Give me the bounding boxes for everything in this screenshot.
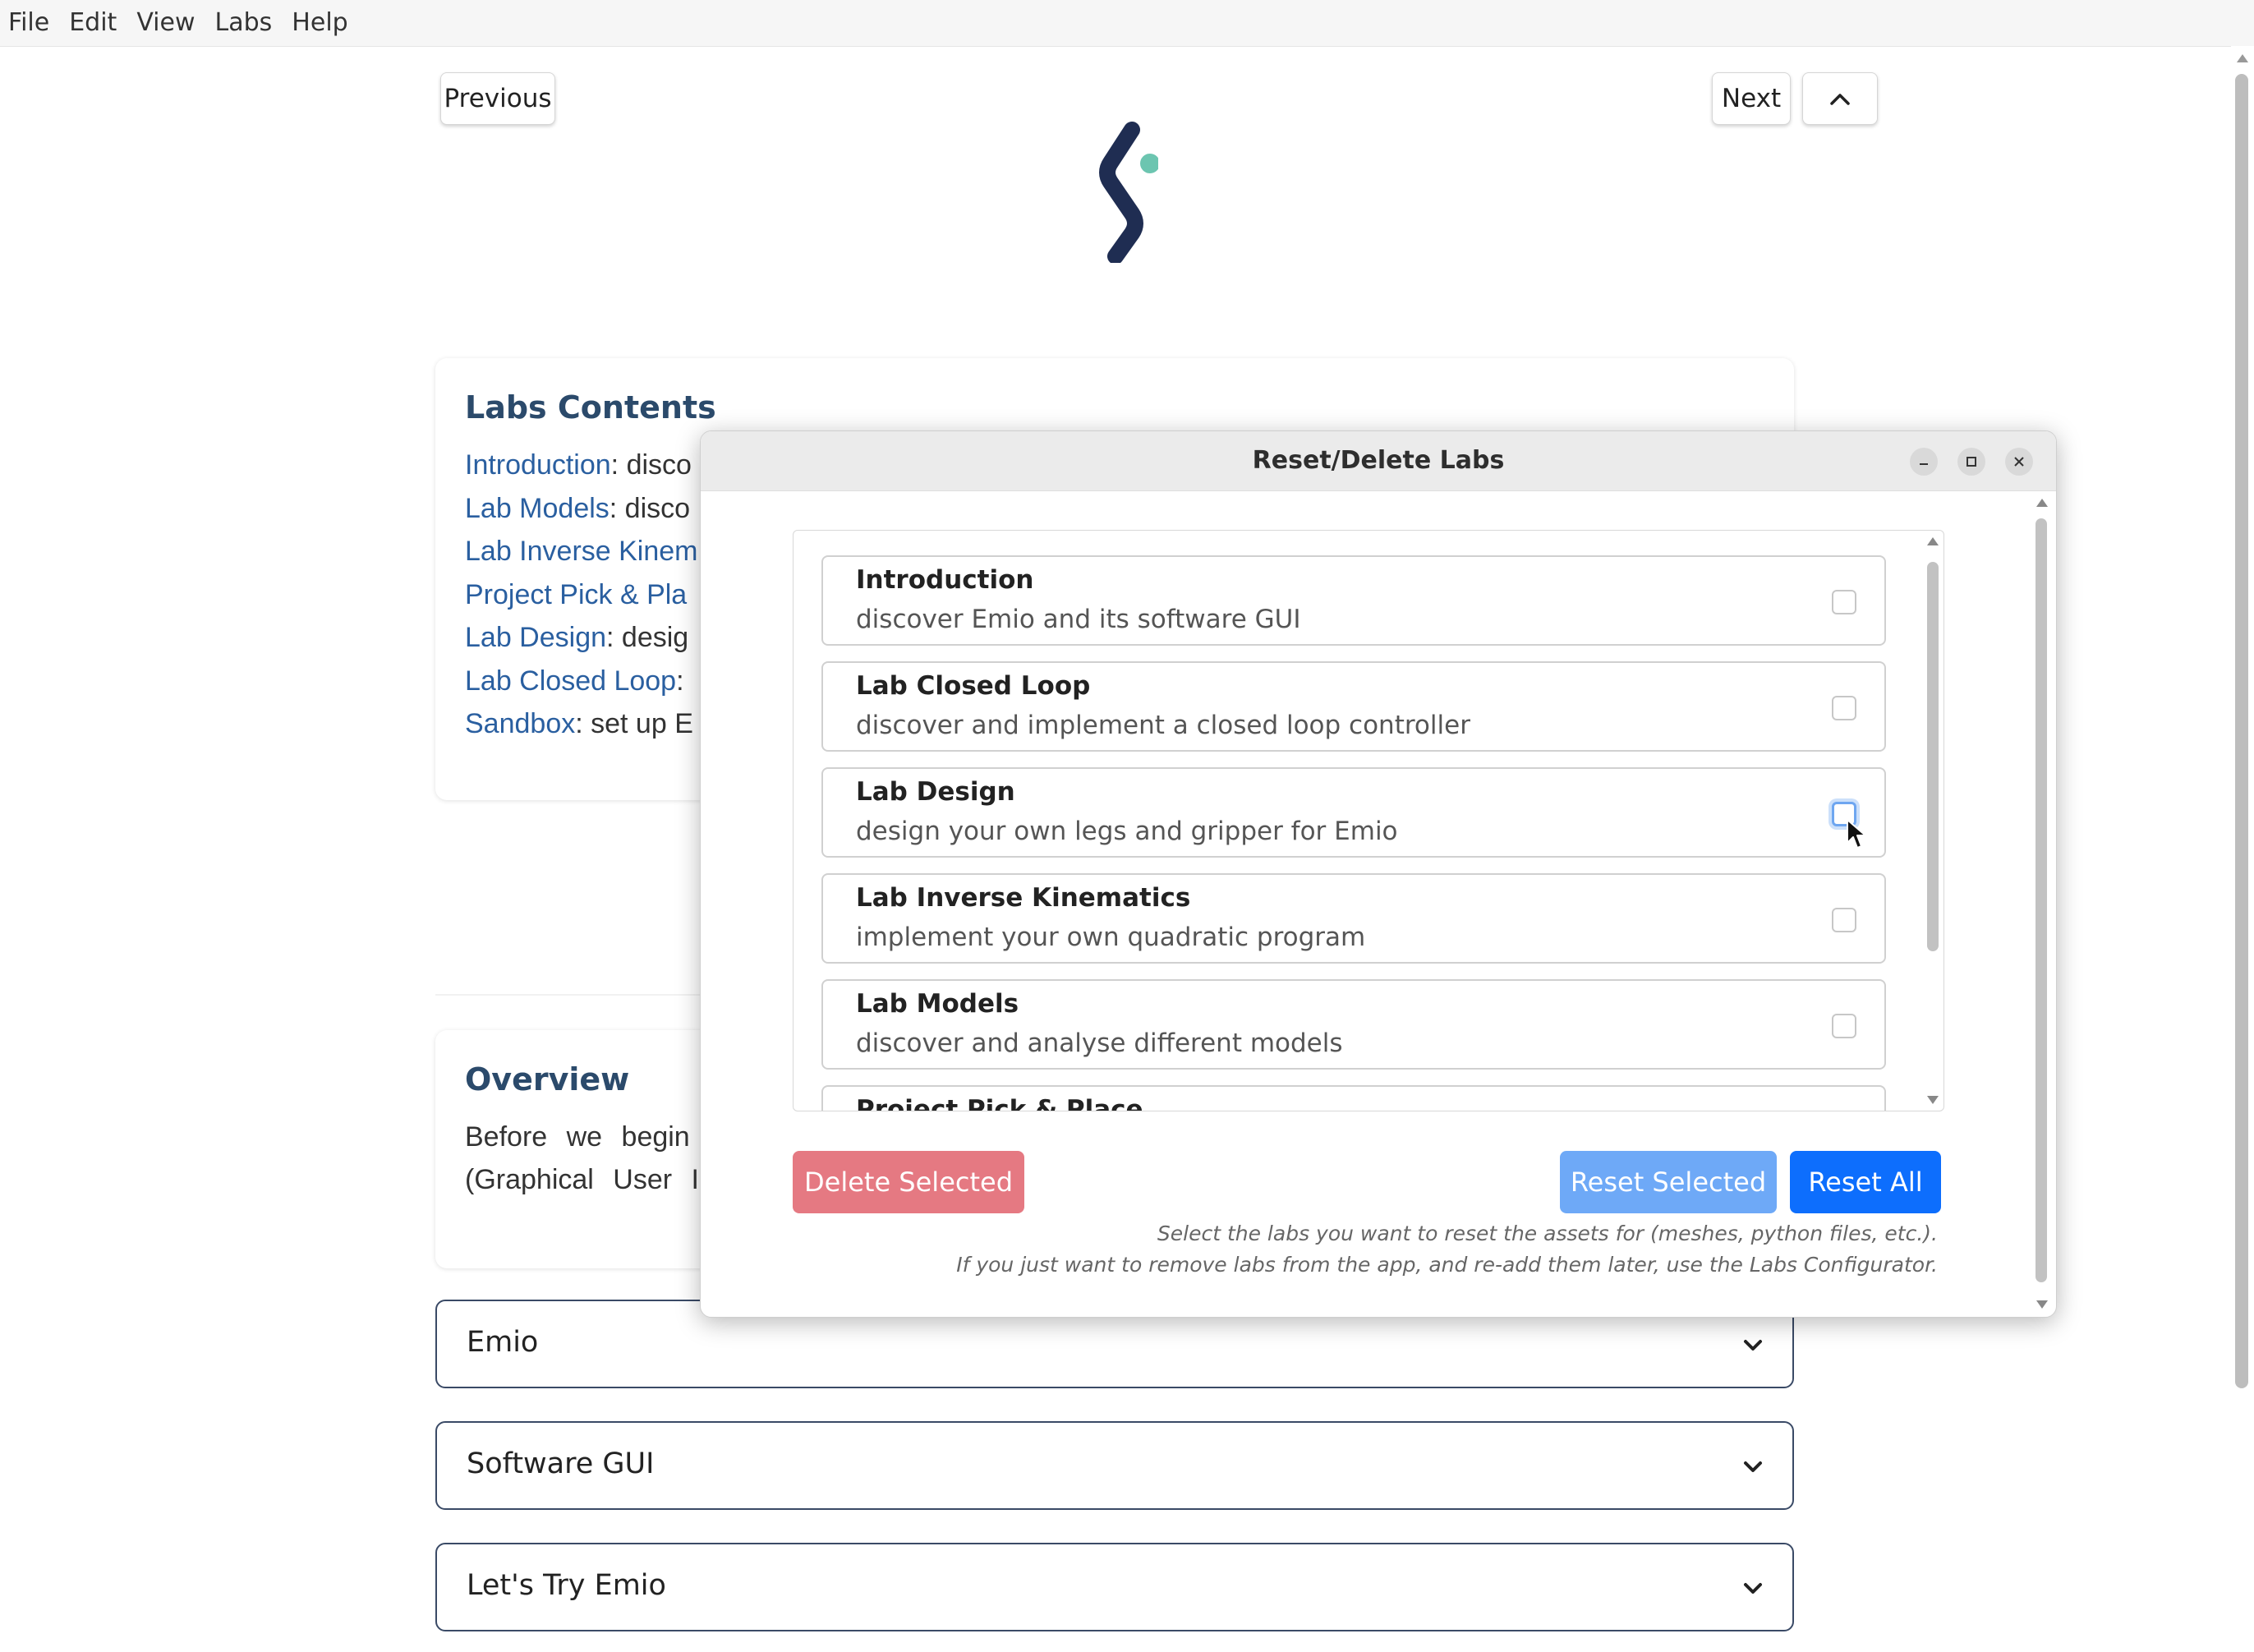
lab-name: Lab Models	[856, 989, 1019, 1019]
menu-view[interactable]: View	[126, 0, 205, 46]
toc-item: Lab Models: disco	[465, 487, 698, 531]
labs-list: Introduction discover Emio and its softw…	[793, 530, 1944, 1111]
lab-item-design[interactable]: Lab Design design your own legs and grip…	[821, 767, 1886, 858]
overview-title: Overview	[465, 1061, 630, 1097]
delete-selected-button[interactable]: Delete Selected	[793, 1151, 1024, 1213]
toc-item: Lab Inverse Kinem	[465, 530, 698, 573]
dialog-scrollbar[interactable]	[2033, 499, 2051, 1309]
labs-toc: Introduction: disco Lab Models: disco La…	[465, 444, 698, 746]
lab-desc: discover and implement a closed loop con…	[856, 711, 1470, 740]
scroll-up-icon[interactable]	[2036, 499, 2048, 507]
scroll-up-icon[interactable]	[1927, 537, 1939, 545]
lab-item-pick-place[interactable]: Project Pick & Place	[821, 1085, 1886, 1111]
accordion-label: Let's Try Emio	[467, 1569, 666, 1602]
maximize-icon	[1966, 457, 1976, 467]
reset-selected-button[interactable]: Reset Selected	[1560, 1151, 1777, 1213]
toc-link-lab-inverse-kinematics[interactable]: Lab Inverse Kinem	[465, 536, 698, 567]
scrollbar-thumb[interactable]	[2235, 74, 2248, 1388]
chevron-down-icon	[1744, 1583, 1762, 1594]
accordion-software-gui[interactable]: Software GUI	[435, 1421, 1794, 1510]
lab-desc: discover Emio and its software GUI	[856, 605, 1301, 634]
toc-desc: : set up E	[575, 708, 693, 739]
dialog-hint: If you just want to remove labs from the…	[956, 1253, 1938, 1277]
menu-bar: File Edit View Labs Help	[0, 0, 2254, 47]
close-icon	[2014, 457, 2024, 467]
lab-checkbox[interactable]	[1832, 696, 1856, 720]
page-scrollbar[interactable]	[2231, 46, 2254, 1652]
scroll-down-icon[interactable]	[1927, 1096, 1939, 1104]
toc-link-introduction[interactable]: Introduction	[465, 449, 611, 481]
toc-desc: :	[676, 665, 684, 697]
menu-labs[interactable]: Labs	[205, 0, 283, 46]
toc-item: Introduction: disco	[465, 444, 698, 487]
scroll-down-icon[interactable]	[2036, 1300, 2048, 1309]
toc-item: Lab Closed Loop:	[465, 660, 698, 703]
scrollbar-thumb[interactable]	[1927, 562, 1939, 951]
reset-delete-labs-dialog: Reset/Delete Labs Introduction discover …	[700, 430, 2057, 1318]
labs-contents-title: Labs Contents	[465, 389, 716, 426]
lab-checkbox[interactable]	[1832, 908, 1856, 932]
minimize-icon	[1920, 463, 1928, 465]
lab-item-models[interactable]: Lab Models discover and analyse differen…	[821, 979, 1886, 1070]
lab-desc: implement your own quadratic program	[856, 923, 1366, 952]
chevron-down-icon	[1744, 1340, 1762, 1351]
lab-name: Lab Closed Loop	[856, 671, 1091, 701]
chevron-up-icon	[1830, 94, 1850, 105]
lab-name: Project Pick & Place	[856, 1095, 1143, 1111]
toc-link-lab-models[interactable]: Lab Models	[465, 493, 610, 524]
lab-item-inverse-kinematics[interactable]: Lab Inverse Kinematics implement your ow…	[821, 873, 1886, 964]
mouse-cursor-icon	[1847, 819, 1866, 849]
scroll-top-button[interactable]	[1802, 72, 1878, 125]
toc-item: Project Pick & Pla	[465, 573, 698, 617]
toc-link-lab-design[interactable]: Lab Design	[465, 622, 606, 653]
toc-item: Sandbox: set up E	[465, 702, 698, 746]
accordion-label: Emio	[467, 1326, 539, 1359]
toc-link-project-pick-place[interactable]: Project Pick & Pla	[465, 579, 687, 610]
labs-list-scrollbar[interactable]	[1924, 537, 1942, 1104]
toc-item: Lab Design: desig	[465, 616, 698, 660]
lab-item-introduction[interactable]: Introduction discover Emio and its softw…	[821, 555, 1886, 646]
toc-desc: : disco	[609, 492, 691, 524]
emio-logo	[1099, 122, 1158, 263]
previous-button[interactable]: Previous	[440, 72, 555, 125]
next-button[interactable]: Next	[1712, 72, 1791, 125]
maximize-button[interactable]	[1957, 448, 1985, 476]
lab-name: Lab Inverse Kinematics	[856, 883, 1191, 913]
lab-name: Introduction	[856, 565, 1034, 595]
lab-checkbox[interactable]	[1832, 590, 1856, 614]
dialog-hint: Select the labs you want to reset the as…	[1157, 1222, 1938, 1245]
menu-help[interactable]: Help	[282, 0, 357, 46]
toc-link-sandbox[interactable]: Sandbox	[465, 708, 575, 739]
menu-file[interactable]: File	[0, 0, 59, 46]
close-button[interactable]	[2005, 448, 2033, 476]
lab-desc: discover and analyse different models	[856, 1028, 1343, 1058]
reset-all-button[interactable]: Reset All	[1790, 1151, 1941, 1213]
dialog-title: Reset/Delete Labs	[1252, 446, 1505, 475]
accordion-label: Software GUI	[467, 1447, 655, 1480]
lab-item-closed-loop[interactable]: Lab Closed Loop discover and implement a…	[821, 661, 1886, 752]
toc-desc: : disco	[610, 449, 692, 481]
minimize-button[interactable]	[1910, 448, 1938, 476]
lab-checkbox[interactable]	[1832, 1014, 1856, 1038]
dialog-titlebar[interactable]: Reset/Delete Labs	[701, 431, 2056, 491]
toc-link-lab-closed-loop[interactable]: Lab Closed Loop	[465, 665, 676, 697]
scrollbar-thumb[interactable]	[2036, 518, 2047, 1282]
lab-name: Lab Design	[856, 777, 1015, 807]
lab-desc: design your own legs and gripper for Emi…	[856, 817, 1398, 846]
scroll-up-icon[interactable]	[2237, 54, 2248, 62]
chevron-down-icon	[1744, 1461, 1762, 1472]
toc-desc: : desig	[606, 622, 689, 653]
accordion-lets-try-emio[interactable]: Let's Try Emio	[435, 1543, 1794, 1631]
menu-edit[interactable]: Edit	[59, 0, 126, 46]
